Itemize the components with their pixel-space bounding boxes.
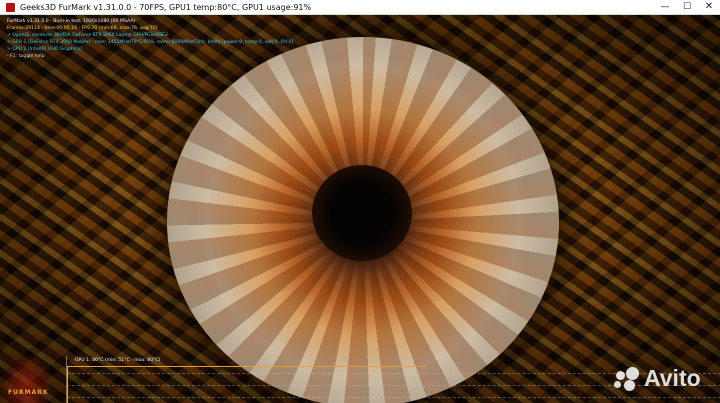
furmark-app-icon	[6, 2, 15, 12]
osd-line-renderer: > OpenGL renderer: NVIDIA GeForce RTX 30…	[7, 33, 168, 38]
osd-line-gpu2: > GPU 2 (Intel(R) UHD Graphics)	[7, 47, 82, 52]
graph-gridline	[67, 397, 720, 398]
furmark-logo-text: FURMARK	[8, 389, 49, 396]
osd-line-frames: Frames:29114 - time:00:05:16 - FPS:70 (m…	[7, 26, 158, 31]
render-canvas: GPU 1: 80°C (min: 51°C - max: 80°C)	[0, 15, 720, 403]
osd-line-title: FurMark v1.31.0.0 - Burn-in test, 1920x1…	[7, 19, 136, 24]
close-button[interactable]: ✕	[698, 0, 720, 14]
temperature-graph-label: GPU 1: 80°C (min: 51°C - max: 80°C)	[75, 358, 161, 363]
maximize-button[interactable]: ☐	[676, 0, 698, 14]
window-controls: — ☐ ✕	[654, 0, 720, 14]
fur-donut-center	[312, 165, 412, 261]
temperature-line	[67, 366, 427, 367]
osd-line-help: - F1: toggle help	[7, 54, 45, 59]
osd-line-gpu1: > GPU 1 (GeForce RTX 3060 Mobile) - core…	[7, 40, 294, 45]
avito-watermark-text: Avito	[644, 365, 701, 391]
osd-overlay: FurMark v1.31.0.0 - Burn-in test, 1920x1…	[7, 18, 293, 60]
window-title: Geeks3D FurMark v1.31.0.0 - 70FPS, GPU1 …	[20, 2, 312, 12]
avito-watermark: Avito	[614, 365, 701, 392]
minimize-button[interactable]: —	[654, 0, 676, 14]
avito-logo-icon	[614, 366, 640, 391]
window-titlebar: Geeks3D FurMark v1.31.0.0 - 70FPS, GPU1 …	[0, 0, 720, 15]
